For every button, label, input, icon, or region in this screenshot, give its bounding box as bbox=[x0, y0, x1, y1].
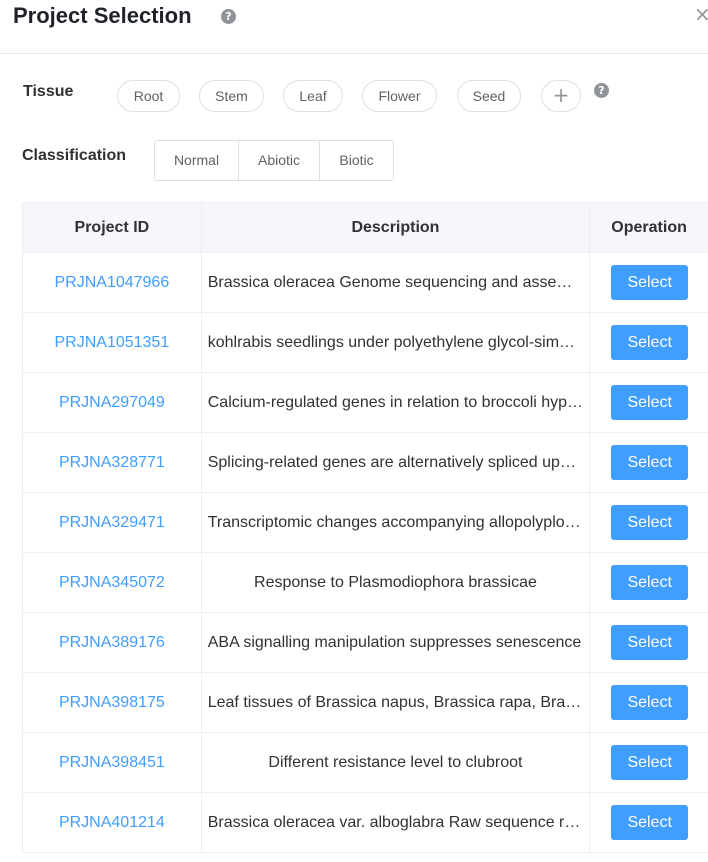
operation-cell: Select bbox=[590, 433, 708, 492]
select-button[interactable]: Select bbox=[611, 505, 689, 540]
project-table: Project ID Description Operation PRJNA10… bbox=[22, 202, 708, 853]
project-id-link[interactable]: PRJNA398175 bbox=[23, 673, 202, 732]
classification-option-normal[interactable]: Normal bbox=[155, 141, 239, 180]
table-row: PRJNA389176 ABA signalling manipulation s… bbox=[23, 613, 708, 673]
project-id-link[interactable]: PRJNA1047966 bbox=[23, 253, 202, 312]
operation-cell: Select bbox=[590, 493, 708, 552]
select-button[interactable]: Select bbox=[611, 745, 689, 780]
tissue-chip-flower[interactable]: Flower bbox=[362, 80, 437, 112]
project-description: Brassica oleracea Genome sequencing and … bbox=[202, 253, 591, 312]
select-button[interactable]: Select bbox=[611, 445, 689, 480]
select-button[interactable]: Select bbox=[611, 805, 689, 840]
table-row: PRJNA329471 Transcriptomic changes accomp… bbox=[23, 493, 708, 553]
select-button[interactable]: Select bbox=[611, 385, 689, 420]
column-header-project-id: Project ID bbox=[23, 203, 202, 252]
dialog-header: Project Selection ? × bbox=[0, 0, 708, 54]
table-body: PRJNA1047966 Brassica oleracea Genome seq… bbox=[23, 253, 708, 853]
operation-cell: Select bbox=[590, 553, 708, 612]
project-description: Brassica oleracea var. alboglabra Raw se… bbox=[202, 793, 591, 852]
tissue-chip-leaf[interactable]: Leaf bbox=[283, 80, 343, 112]
project-id-link[interactable]: PRJNA389176 bbox=[23, 613, 202, 672]
table-header: Project ID Description Operation bbox=[23, 203, 708, 253]
classification-label: Classification bbox=[22, 147, 127, 164]
operation-cell: Select bbox=[590, 313, 708, 372]
table-row: PRJNA398451 Different resistance level to… bbox=[23, 733, 708, 793]
operation-cell: Select bbox=[590, 613, 708, 672]
operation-cell: Select bbox=[590, 373, 708, 432]
classification-segmented-control: Normal Abiotic Biotic bbox=[154, 140, 394, 181]
column-header-description: Description bbox=[202, 203, 591, 252]
operation-cell: Select bbox=[590, 793, 708, 852]
table-row: PRJNA1051351 kohlrabis seedlings under po… bbox=[23, 313, 708, 373]
project-description: kohlrabis seedlings under polyethylene g… bbox=[202, 313, 591, 372]
add-tissue-button[interactable]: + bbox=[541, 80, 581, 112]
tissue-chip-root[interactable]: Root bbox=[117, 80, 180, 112]
operation-cell: Select bbox=[590, 253, 708, 312]
tissue-chip-seed[interactable]: Seed bbox=[457, 80, 521, 112]
table-row: PRJNA1047966 Brassica oleracea Genome seq… bbox=[23, 253, 708, 313]
close-icon[interactable]: × bbox=[694, 4, 708, 24]
select-button[interactable]: Select bbox=[611, 325, 689, 360]
select-button[interactable]: Select bbox=[611, 625, 689, 660]
project-id-link[interactable]: PRJNA398451 bbox=[23, 733, 202, 792]
project-description: Calcium-regulated genes in relation to b… bbox=[202, 373, 591, 432]
project-id-link[interactable]: PRJNA328771 bbox=[23, 433, 202, 492]
select-button[interactable]: Select bbox=[611, 265, 689, 300]
table-row: PRJNA345072 Response to Plasmodiophora br… bbox=[23, 553, 708, 613]
operation-cell: Select bbox=[590, 673, 708, 732]
project-id-link[interactable]: PRJNA329471 bbox=[23, 493, 202, 552]
tissue-chip-stem[interactable]: Stem bbox=[199, 80, 264, 112]
project-description: Splicing-related genes are alternatively… bbox=[202, 433, 591, 492]
help-icon[interactable]: ? bbox=[221, 9, 236, 24]
project-description: Response to Plasmodiophora brassicae bbox=[202, 553, 591, 612]
table-row: PRJNA328771 Splicing-related genes are al… bbox=[23, 433, 708, 493]
operation-cell: Select bbox=[590, 733, 708, 792]
project-id-link[interactable]: PRJNA1051351 bbox=[23, 313, 202, 372]
classification-option-biotic[interactable]: Biotic bbox=[320, 141, 393, 180]
project-id-link[interactable]: PRJNA297049 bbox=[23, 373, 202, 432]
project-id-link[interactable]: PRJNA401214 bbox=[23, 793, 202, 852]
project-description: Different resistance level to clubroot bbox=[202, 733, 591, 792]
table-row: PRJNA297049 Calcium-regulated genes in re… bbox=[23, 373, 708, 433]
select-button[interactable]: Select bbox=[611, 685, 689, 720]
tissue-help-icon[interactable]: ? bbox=[594, 83, 609, 98]
project-id-link[interactable]: PRJNA345072 bbox=[23, 553, 202, 612]
tissue-label: Tissue bbox=[23, 83, 74, 100]
select-button[interactable]: Select bbox=[611, 565, 689, 600]
classification-option-abiotic[interactable]: Abiotic bbox=[239, 141, 320, 180]
table-row: PRJNA398175 Leaf tissues of Brassica napu… bbox=[23, 673, 708, 733]
column-header-operation: Operation bbox=[611, 219, 687, 236]
project-description: Leaf tissues of Brassica napus, Brassica… bbox=[202, 673, 591, 732]
dialog-title: Project Selection bbox=[13, 3, 192, 28]
table-row: PRJNA401214 Brassica oleracea var. albogl… bbox=[23, 793, 708, 853]
project-description: ABA signalling manipulation suppresses s… bbox=[202, 613, 591, 672]
project-description: Transcriptomic changes accompanying allo… bbox=[202, 493, 591, 552]
